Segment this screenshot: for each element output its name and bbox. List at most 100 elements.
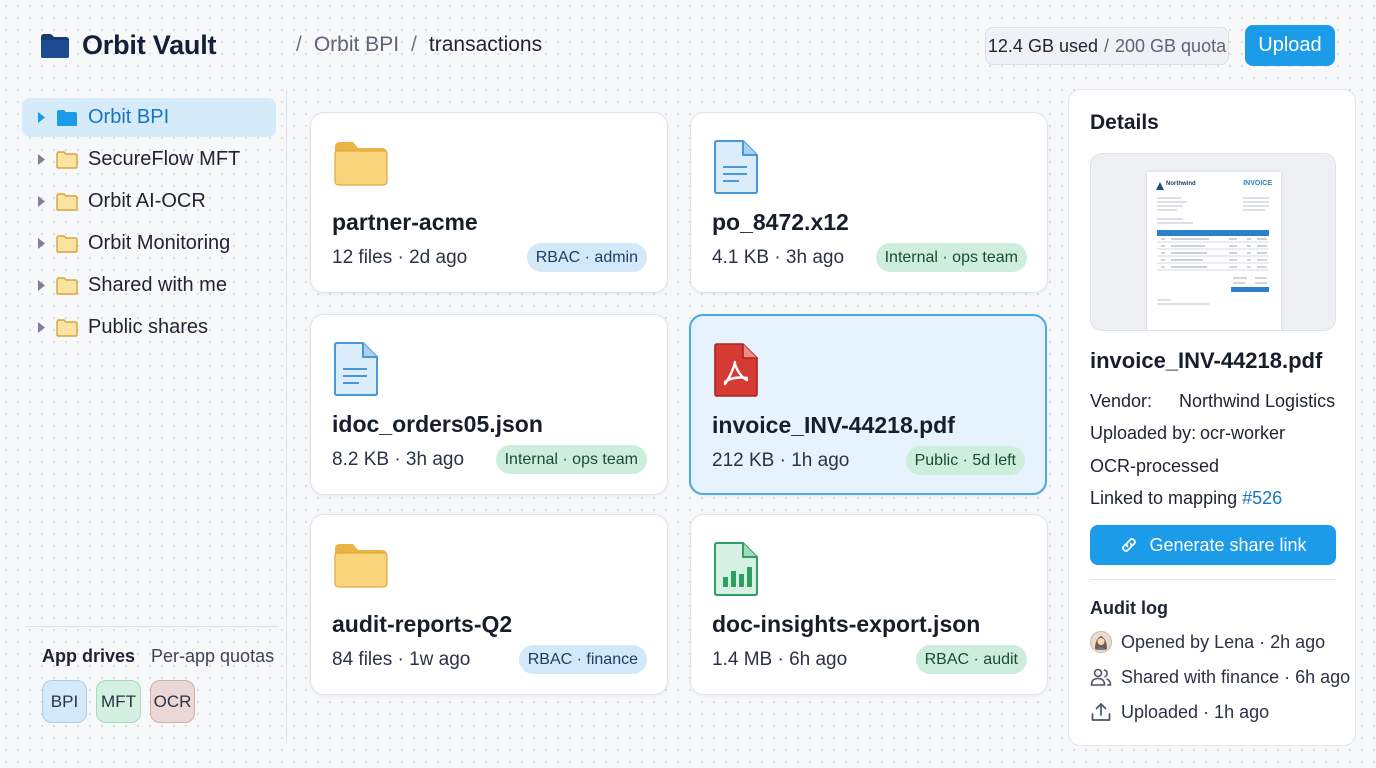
- spreadsheet-chart-icon: [714, 542, 758, 596]
- caret-right-icon[interactable]: [36, 154, 46, 166]
- sidebar-section-divider: [26, 626, 278, 627]
- app-drives-title: App drives: [42, 646, 136, 666]
- uploaded-value: ocr-worker: [1200, 423, 1286, 443]
- vendor-row: Vendor: Northwind Logistics: [1090, 391, 1335, 412]
- caret-right-icon[interactable]: [36, 196, 46, 208]
- sidebar-item-orbit-monitoring[interactable]: Orbit Monitoring: [22, 224, 276, 263]
- pdf-icon: [714, 343, 758, 397]
- audit-entry: Opened by Lena · 2h ago: [1090, 631, 1325, 653]
- storage-quota: 12.4 GB used / 200 GB quota: [985, 27, 1229, 65]
- folder-icon: [56, 192, 78, 211]
- file-meta: 8.2 KB · 3h ago: [332, 449, 465, 470]
- breadcrumb-current: transactions: [428, 33, 543, 56]
- file-meta: 84 files · 1w ago: [332, 649, 471, 670]
- file-meta: 4.1 KB · 3h ago: [712, 247, 845, 268]
- file-preview[interactable]: Northwind INVOICE: [1090, 153, 1336, 331]
- sidebar-item-label: Orbit BPI: [88, 106, 170, 128]
- file-name: invoice_INV-44218.pdf: [712, 412, 955, 438]
- details-panel: Details Northwind INVOICE invoice_INV-44…: [1068, 89, 1356, 746]
- app-name: Orbit Vault: [82, 30, 217, 60]
- sidebar-item-label: Orbit AI-OCR: [88, 190, 206, 212]
- file-card-doc-insights-export[interactable]: doc-insights-export.json 1.4 MB · 6h ago…: [690, 514, 1048, 695]
- caret-right-icon[interactable]: [36, 322, 46, 334]
- upload-icon: [1090, 701, 1112, 723]
- access-badge: RBAC · audit: [915, 645, 1027, 674]
- audit-text: Shared with finance · 6h ago: [1121, 666, 1351, 687]
- share-button-label: Generate share link: [1149, 534, 1307, 555]
- generate-share-link-button[interactable]: Generate share link: [1090, 525, 1336, 565]
- document-icon: [334, 342, 378, 396]
- file-meta: 1.4 MB · 6h ago: [712, 649, 848, 670]
- vendor-value: Northwind Logistics: [1179, 391, 1336, 411]
- sidebar-item-label: SecureFlow MFT: [88, 148, 241, 170]
- audit-text: Opened by Lena · 2h ago: [1121, 631, 1326, 652]
- file-meta: 212 KB · 1h ago: [712, 450, 850, 471]
- quota-separator: /: [1103, 35, 1109, 56]
- uploaded-label: Uploaded by:: [1090, 423, 1197, 443]
- link-icon: [1122, 538, 1137, 552]
- details-title: Details: [1090, 111, 1159, 134]
- mapping-label: Linked to mapping: [1090, 488, 1238, 508]
- file-name: idoc_orders05.json: [332, 411, 543, 437]
- drive-chip-ocr[interactable]: OCR: [150, 680, 195, 723]
- sidebar-item-label: Public shares: [88, 316, 209, 338]
- app-logo[interactable]: Orbit Vault: [40, 30, 217, 61]
- avatar: [1090, 631, 1112, 653]
- breadcrumb: / Orbit BPI / transactions: [296, 33, 542, 57]
- access-badge: Public · 5d left: [905, 446, 1025, 475]
- vendor-label: Vendor:: [1090, 391, 1153, 411]
- folder-icon: [334, 142, 388, 186]
- file-name: doc-insights-export.json: [712, 611, 981, 637]
- audit-log-title: Audit log: [1090, 598, 1168, 618]
- caret-right-icon[interactable]: [36, 112, 46, 124]
- folder-icon: [56, 234, 78, 253]
- access-badge: RBAC · finance: [518, 645, 647, 674]
- quota-used: 12.4 GB used: [987, 35, 1098, 56]
- breadcrumb-parent[interactable]: Orbit BPI: [314, 33, 399, 57]
- file-name: partner-acme: [332, 209, 478, 235]
- details-filename: invoice_INV-44218.pdf: [1090, 348, 1323, 373]
- caret-right-icon[interactable]: [36, 238, 46, 250]
- sidebar-item-label: Orbit Monitoring: [88, 232, 231, 254]
- access-badge: RBAC · admin: [526, 243, 647, 272]
- audit-entry: Uploaded · 1h ago: [1090, 701, 1269, 723]
- folder-logo-icon: [41, 33, 69, 58]
- access-badge: Internal · ops team: [495, 445, 647, 474]
- sidebar-item-public-shares[interactable]: Public shares: [22, 308, 276, 347]
- file-name: po_8472.x12: [712, 209, 849, 235]
- sidebar-tree: Orbit BPI SecureFlow MFT Orbit AI-OCR Or…: [22, 98, 276, 350]
- app-drives-subtitle: Per-app quotas: [151, 646, 275, 666]
- folder-icon: [57, 109, 77, 126]
- sidebar-item-shared-with-me[interactable]: Shared with me: [22, 266, 276, 305]
- preview-content-lines: [1157, 197, 1269, 305]
- file-card-idoc-orders05[interactable]: idoc_orders05.json 8.2 KB · 3h ago Inter…: [310, 314, 668, 495]
- ocr-status: OCR-processed: [1090, 456, 1220, 476]
- folder-icon: [56, 276, 78, 295]
- file-card-po-8472[interactable]: po_8472.x12 4.1 KB · 3h ago Internal · o…: [690, 112, 1048, 293]
- sidebar-item-orbit-ai-ocr[interactable]: Orbit AI-OCR: [22, 182, 276, 221]
- sidebar-item-secureflow-mft[interactable]: SecureFlow MFT: [22, 140, 276, 179]
- file-card-audit-reports-q2[interactable]: audit-reports-Q2 84 files · 1w ago RBAC …: [310, 514, 668, 695]
- uploaded-row: Uploaded by: ocr-worker: [1090, 423, 1285, 444]
- mapping-link[interactable]: #526: [1242, 488, 1282, 508]
- details-divider: [1090, 579, 1336, 580]
- quota-total: 200 GB quota: [1115, 35, 1227, 56]
- sidebar-divider: [286, 90, 287, 744]
- folder-icon: [334, 544, 388, 588]
- file-name: audit-reports-Q2: [332, 611, 513, 637]
- mapping-row: Linked to mapping #526: [1090, 488, 1282, 509]
- users-icon: [1090, 666, 1112, 688]
- file-card-invoice-inv-44218[interactable]: invoice_INV-44218.pdf 212 KB · 1h ago Pu…: [689, 314, 1047, 495]
- folder-icon: [56, 318, 78, 337]
- folder-icon: [56, 150, 78, 169]
- upload-button[interactable]: Upload: [1245, 25, 1335, 66]
- drive-chip-bpi[interactable]: BPI: [42, 680, 87, 723]
- caret-right-icon[interactable]: [36, 280, 46, 292]
- drive-chip-mft[interactable]: MFT: [96, 680, 141, 723]
- file-meta: 12 files · 2d ago: [332, 247, 468, 268]
- document-icon: [714, 140, 758, 194]
- access-badge: Internal · ops team: [875, 243, 1027, 272]
- file-card-partner-acme[interactable]: partner-acme 12 files · 2d ago RBAC · ad…: [310, 112, 668, 293]
- sidebar-item-orbit-bpi[interactable]: Orbit BPI: [22, 98, 276, 137]
- breadcrumb-separator: /: [296, 33, 302, 56]
